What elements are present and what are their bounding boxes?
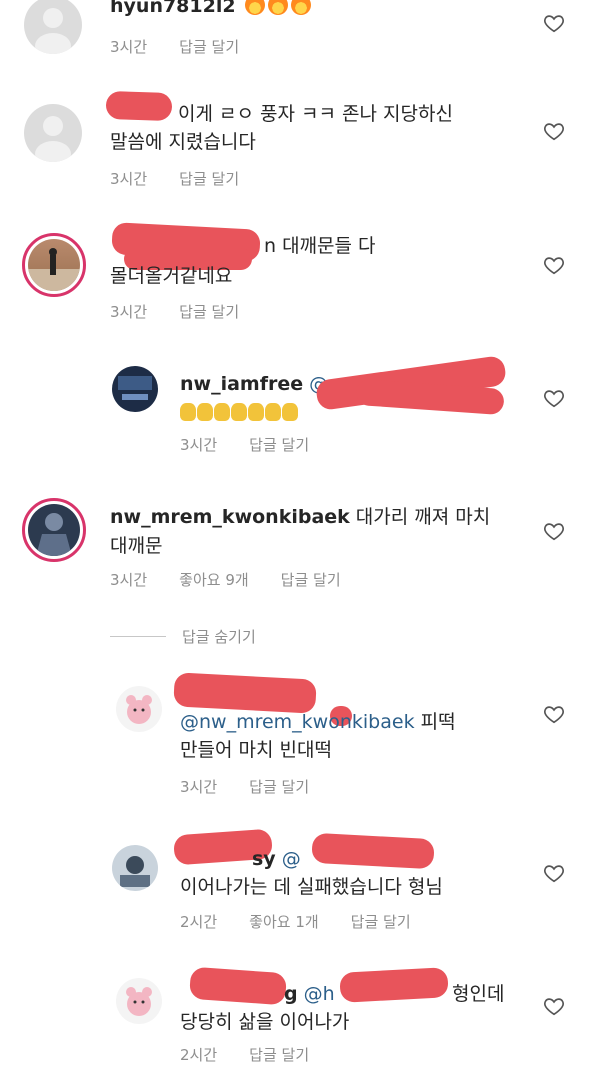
comment-text-line2: 몰더올거같네요 xyxy=(110,265,233,287)
redaction xyxy=(311,832,435,870)
heart-icon[interactable] xyxy=(543,254,565,276)
comment-text: g @h xyxy=(284,980,335,1008)
avatar[interactable] xyxy=(24,0,82,54)
username[interactable]: sy xyxy=(252,848,276,870)
comment-text: nw_iamfree@ xyxy=(180,370,328,398)
timestamp: 3시간 xyxy=(180,778,218,796)
avatar[interactable] xyxy=(112,845,158,891)
hide-replies-toggle[interactable]: 답글 숨기기 xyxy=(110,626,256,647)
reply-button[interactable]: 답글 달기 xyxy=(281,569,341,590)
redaction xyxy=(105,90,173,122)
comment-text: sy @ xyxy=(252,845,301,873)
heart-icon[interactable] xyxy=(543,995,565,1017)
timestamp: 3시간 xyxy=(110,303,148,321)
comment-text: nw_mrem_kwonkibaek 대가리 깨져 마치 xyxy=(110,506,491,528)
avatar[interactable] xyxy=(22,498,86,562)
mention-link[interactable]: @ xyxy=(282,848,301,870)
comment-text: 이게 ㄹㅇ 풍자 ㅋㅋ 존나 지당하신 xyxy=(178,103,453,125)
redaction xyxy=(339,967,449,1003)
username[interactable]: nw_iamfree xyxy=(180,373,303,395)
comment-meta: 2시간 좋아요 1개 답글 달기 xyxy=(180,911,411,932)
comment-text: @nw_mrem_kwonkibaek 피떡 xyxy=(180,711,456,733)
reply-button[interactable]: 답글 달기 xyxy=(249,1044,309,1065)
avatar[interactable] xyxy=(116,686,162,732)
heart-icon[interactable] xyxy=(543,12,565,34)
comment-text-line2: 당당히 삶을 이어나가 xyxy=(180,1011,350,1033)
fire-emoji xyxy=(242,0,311,17)
avatar[interactable] xyxy=(116,978,162,1024)
username[interactable]: g xyxy=(284,983,298,1005)
avatar[interactable] xyxy=(112,366,158,412)
comment-text: n 대깨문들 다 xyxy=(264,235,376,257)
mention-link[interactable]: @h xyxy=(304,983,335,1005)
mention-link[interactable]: @nw_mrem_kwonkibaek xyxy=(180,711,415,733)
username[interactable]: nw_mrem_kwonkibaek xyxy=(110,506,350,528)
timestamp: 2시간 xyxy=(180,913,218,931)
comment-text: hyun7812l2 xyxy=(110,0,311,20)
avatar[interactable] xyxy=(22,233,86,297)
comment-text-line2: 만들어 마치 빈대떡 xyxy=(180,739,332,761)
timestamp: 3시간 xyxy=(180,436,218,454)
comment-meta: 3시간 답글 달기 xyxy=(180,776,309,797)
comment-text-line2: 말씀에 지렸습니다 xyxy=(110,131,256,153)
timestamp: 3시간 xyxy=(110,170,148,188)
comment-text-suffix: 형인데 xyxy=(452,983,505,1005)
comment-text-line2: 대깨문 xyxy=(110,535,163,557)
clap-emojis xyxy=(180,398,299,426)
comment-meta: 3시간 좋아요 9개 답글 달기 xyxy=(110,569,341,590)
username[interactable]: hyun7812l2 xyxy=(110,0,236,17)
reply-button[interactable]: 답글 달기 xyxy=(179,168,239,189)
hide-replies-label[interactable]: 답글 숨기기 xyxy=(182,626,256,647)
comment-meta: 3시간 답글 달기 xyxy=(110,168,239,189)
comment-meta: 3시간 답글 달기 xyxy=(110,36,239,57)
reply-button[interactable]: 답글 달기 xyxy=(249,434,309,455)
comment-meta: 3시간 답글 달기 xyxy=(180,434,309,455)
comment-meta: 3시간 답글 달기 xyxy=(110,301,239,322)
heart-icon[interactable] xyxy=(543,120,565,142)
heart-icon[interactable] xyxy=(543,862,565,884)
timestamp: 3시간 xyxy=(110,38,148,56)
reply-button[interactable]: 답글 달기 xyxy=(249,776,309,797)
redaction xyxy=(189,966,287,1006)
reply-button[interactable]: 답글 달기 xyxy=(179,301,239,322)
avatar[interactable] xyxy=(24,104,82,162)
timestamp: 3시간 xyxy=(110,571,148,589)
reply-button[interactable]: 답글 달기 xyxy=(179,36,239,57)
comment-meta: 2시간 답글 달기 xyxy=(180,1044,309,1065)
heart-icon[interactable] xyxy=(543,520,565,542)
divider xyxy=(110,636,166,637)
heart-icon[interactable] xyxy=(543,703,565,725)
timestamp: 2시간 xyxy=(180,1046,218,1064)
likes-count[interactable]: 좋아요 1개 xyxy=(249,911,319,932)
likes-count[interactable]: 좋아요 9개 xyxy=(179,569,249,590)
heart-icon[interactable] xyxy=(543,387,565,409)
comment-text-line2: 이어나가는 데 실패했습니다 형님 xyxy=(180,876,443,898)
reply-button[interactable]: 답글 달기 xyxy=(351,911,411,932)
